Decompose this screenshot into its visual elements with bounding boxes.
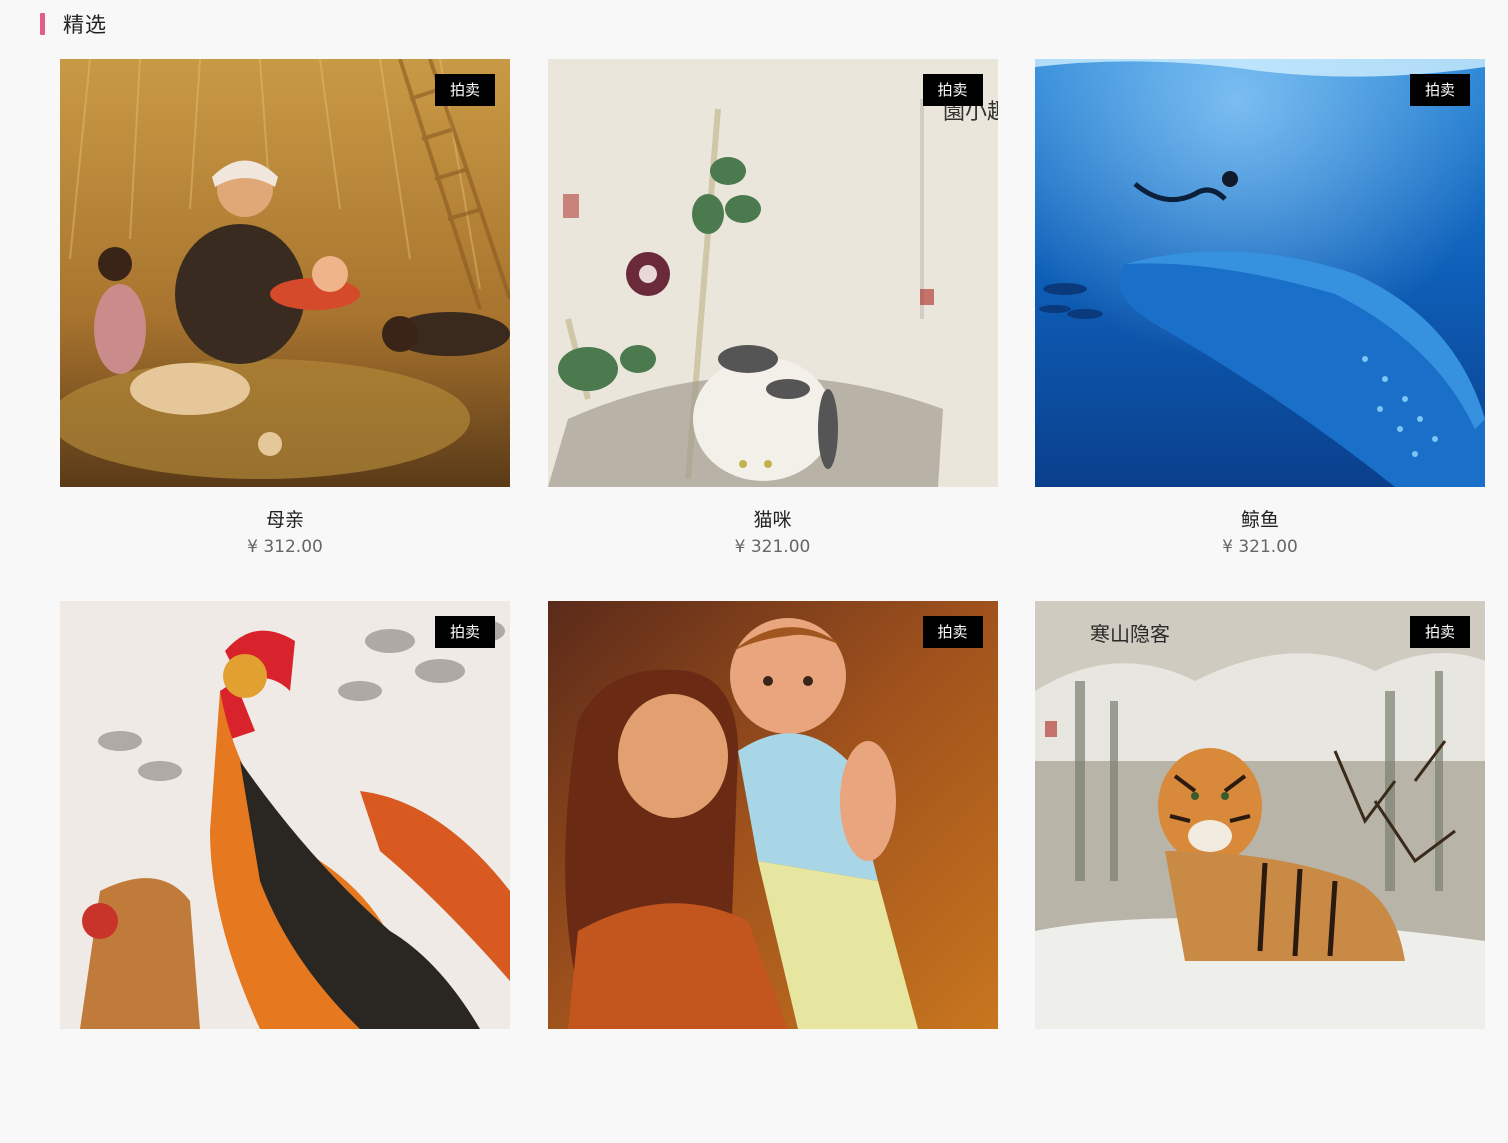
auction-badge: 拍卖 [922, 616, 983, 648]
product-price: ¥ 321.00 [1222, 537, 1298, 557]
auction-badge: 拍卖 [1410, 616, 1470, 648]
product-name[interactable] [60, 1029, 510, 1073]
auction-badge: 拍卖 [435, 74, 495, 106]
product-name[interactable] [1035, 1029, 1485, 1073]
auction-badge: 拍卖 [922, 74, 983, 106]
section-title: 精选 [63, 13, 107, 37]
product-grid: 拍卖 母亲 ¥ 312.00 園小 拍卖 猫咪 ¥ 321.00 拍卖 鲸鱼 ¥… [60, 59, 1485, 1143]
section-header: 精选 [40, 8, 107, 40]
auction-badge: 拍卖 [1410, 74, 1470, 106]
product-name[interactable]: 母亲 [60, 487, 510, 531]
product-card[interactable]: 拍卖 鲸鱼 ¥ 321.00 [1035, 59, 1485, 601]
product-image[interactable]: 拍卖 [547, 601, 998, 1029]
product-card[interactable]: 園小趣 拍卖 猫咪 ¥ 321.00 [547, 59, 998, 601]
product-image[interactable]: 拍卖 [60, 59, 510, 487]
svg-text:寒山隐客: 寒山隐客 [1090, 622, 1170, 646]
product-name[interactable]: 猫咪 [548, 487, 998, 531]
product-image[interactable]: 拍卖 [1035, 59, 1485, 487]
auction-badge: 拍卖 [435, 616, 495, 648]
product-name[interactable]: 鲸鱼 [1035, 487, 1485, 531]
product-card[interactable]: 拍卖 [547, 601, 998, 1143]
section-accent-bar [40, 13, 45, 35]
product-image[interactable]: 寒山隐客 拍卖 [1035, 601, 1485, 1029]
product-card[interactable]: 拍卖 母亲 ¥ 312.00 [60, 59, 510, 601]
product-price: ¥ 321.00 [734, 537, 811, 557]
product-price: ¥ 312.00 [247, 537, 323, 557]
product-image[interactable]: 園小趣 拍卖 [547, 59, 998, 487]
product-name[interactable] [548, 1029, 998, 1073]
product-card[interactable]: 寒山隐客 拍卖 [1035, 601, 1485, 1143]
product-card[interactable]: 拍卖 [60, 601, 510, 1143]
product-image[interactable]: 拍卖 [60, 601, 510, 1029]
